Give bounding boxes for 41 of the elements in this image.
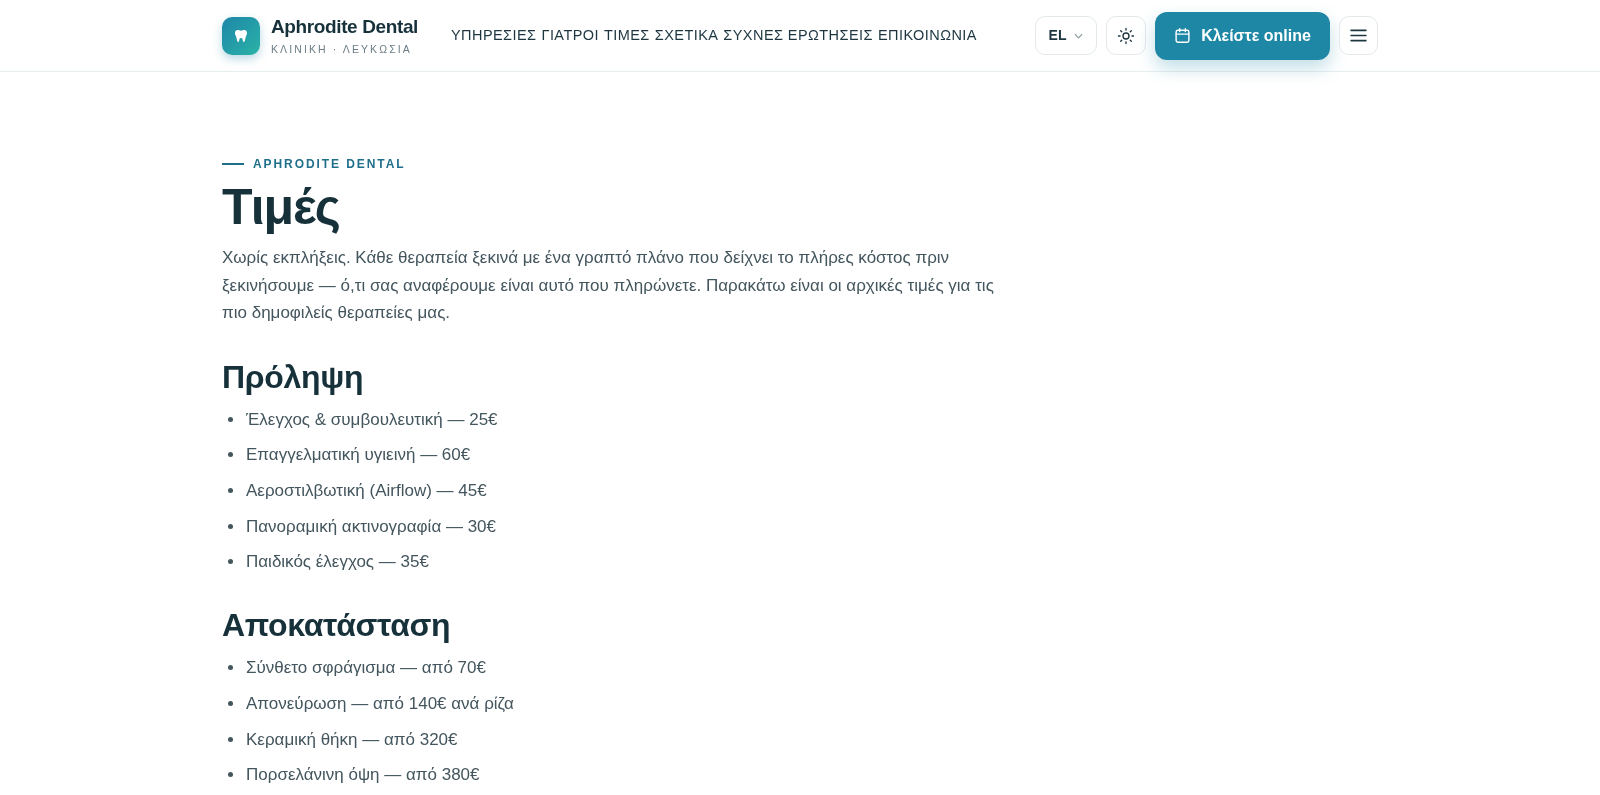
price-item: Αεροστιλβωτική (Airflow) — 45€ [246, 479, 487, 502]
section-heading: Πρόληψη [222, 357, 364, 397]
eyebrow-rule [222, 163, 244, 165]
brand-tagline: ΚΛΙΝΙΚΗ · ΛΕΥΚΩΣΙΑ [271, 41, 413, 56]
price-item: Σύνθετο σφράγισμα — από 70€ [246, 657, 486, 680]
calendar-icon [1174, 27, 1192, 44]
price-item: Έλεγχος & συμβουλευτική — 25€ [246, 408, 498, 431]
brand-name[interactable]: Aphrodite Dental [271, 15, 418, 38]
bullet-icon [228, 700, 233, 706]
price-item: Πανοραμική ακτινογραφία — 30€ [246, 515, 497, 538]
nav-link[interactable]: ΣΧΕΤΙΚΑ [654, 24, 719, 47]
nav-link[interactable]: ΥΠΗΡΕΣΙΕΣ [451, 24, 537, 47]
bullet-icon [228, 523, 233, 529]
book-online-button[interactable]: Κλείστε online [1155, 11, 1330, 60]
theme-toggle-button[interactable] [1106, 16, 1146, 55]
price-item: Κεραμική θήκη — από 320€ [246, 728, 458, 751]
bullet-icon [228, 487, 233, 493]
bullet-icon [228, 452, 233, 458]
sun-icon [1117, 26, 1135, 45]
bullet-icon [228, 665, 233, 671]
price-item: Παιδικός έλεγχος — 35€ [246, 551, 429, 574]
price-item: Απονεύρωση — από 140€ ανά ρίζα [246, 692, 514, 715]
menu-icon [1350, 29, 1367, 42]
intro-paragraph: Χωρίς εκπλήξεις. Κάθε θεραπεία ξεκινά με ένα γραπτό πλάνο που δείχνει το πλήρες κόστος πριν ξεκινήσουμε — ό,τι σας αναφέρουμε είναι αυτό που πληρώνετε. Παρακάτω είναι οι αρχικές τιμές για τις πιο δημοφιλείς θεραπείες μας. [222, 247, 995, 324]
price-item: Επαγγελματική υγιεινή — 60€ [246, 444, 471, 467]
nav-link[interactable]: ΣΥΧΝΕΣ ΕΡΩΤΗΣΕΙΣ [723, 24, 873, 47]
bullet-icon [228, 736, 233, 742]
section-heading: Αποκατάσταση [222, 606, 451, 646]
menu-button[interactable] [1339, 16, 1378, 55]
price-item: Πορσελάνινη όψη — από 380€ [246, 764, 480, 787]
page-title: Τιμές [222, 180, 340, 235]
bullet-icon [228, 559, 233, 565]
bullet-icon [228, 416, 233, 422]
language-select[interactable]: EL [1035, 16, 1097, 55]
bullet-icon [228, 772, 233, 778]
chevron-down-icon [1074, 32, 1084, 39]
eyebrow-label: APHRODITE DENTAL [253, 156, 406, 172]
nav-link[interactable]: ΓΙΑΤΡΟΙ [541, 24, 599, 47]
nav-link[interactable]: ΤΙΜΕΣ [604, 24, 650, 47]
tooth-logo-icon [222, 16, 260, 55]
nav-link[interactable]: ΕΠΙΚΟΙΝΩΝΙΑ [877, 24, 977, 47]
